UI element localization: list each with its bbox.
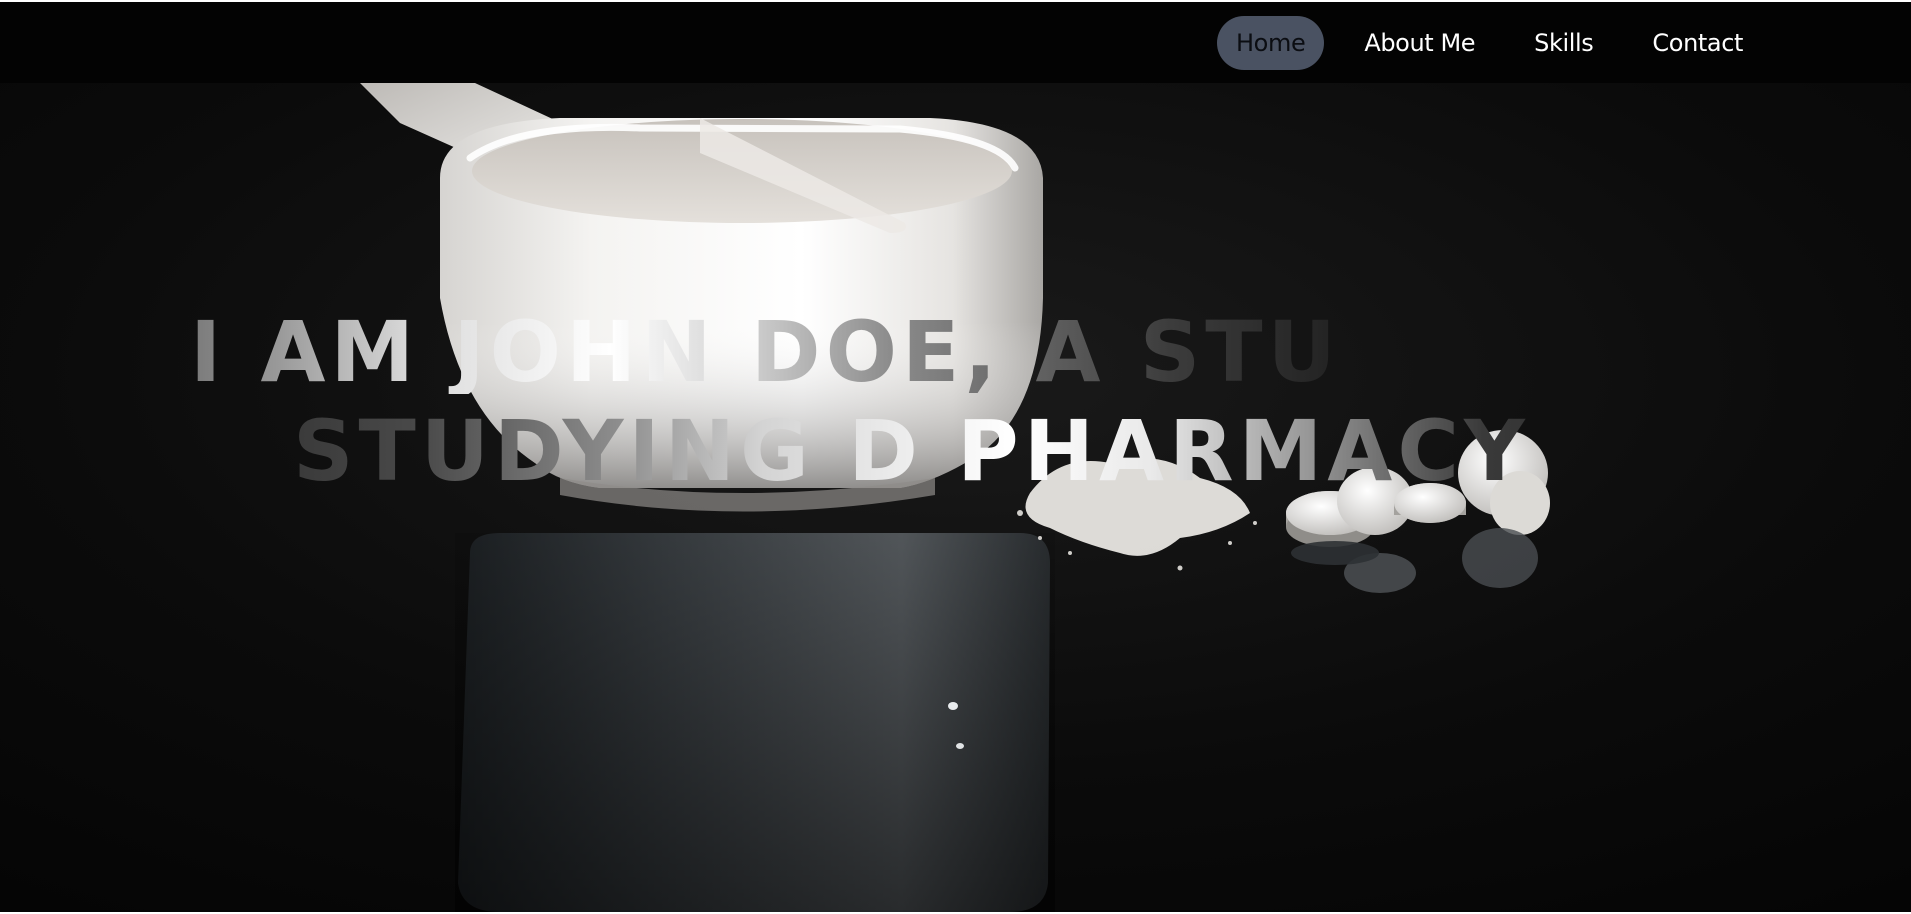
nav-home-link[interactable]: Home bbox=[1217, 15, 1325, 70]
hero-section: I AM JOHN DOE, A STU STUDYING D PHARMACY bbox=[0, 83, 1911, 912]
navbar: Home About Me Skills Contact bbox=[0, 2, 1911, 83]
nav-contact-link[interactable]: Contact bbox=[1633, 16, 1762, 70]
page: Home About Me Skills Contact I AM JOHN D… bbox=[0, 0, 1911, 914]
hero-headline: I AM JOHN DOE, A STU STUDYING D PHARMACY bbox=[0, 83, 1911, 912]
headline-line-1: I AM JOHN DOE, A STU bbox=[190, 303, 1341, 401]
nav-menu: Home About Me Skills Contact bbox=[1217, 2, 1911, 83]
headline-line-2: STUDYING D PHARMACY bbox=[293, 402, 1530, 500]
nav-about-link[interactable]: About Me bbox=[1345, 16, 1494, 70]
nav-skills-link[interactable]: Skills bbox=[1515, 16, 1612, 70]
